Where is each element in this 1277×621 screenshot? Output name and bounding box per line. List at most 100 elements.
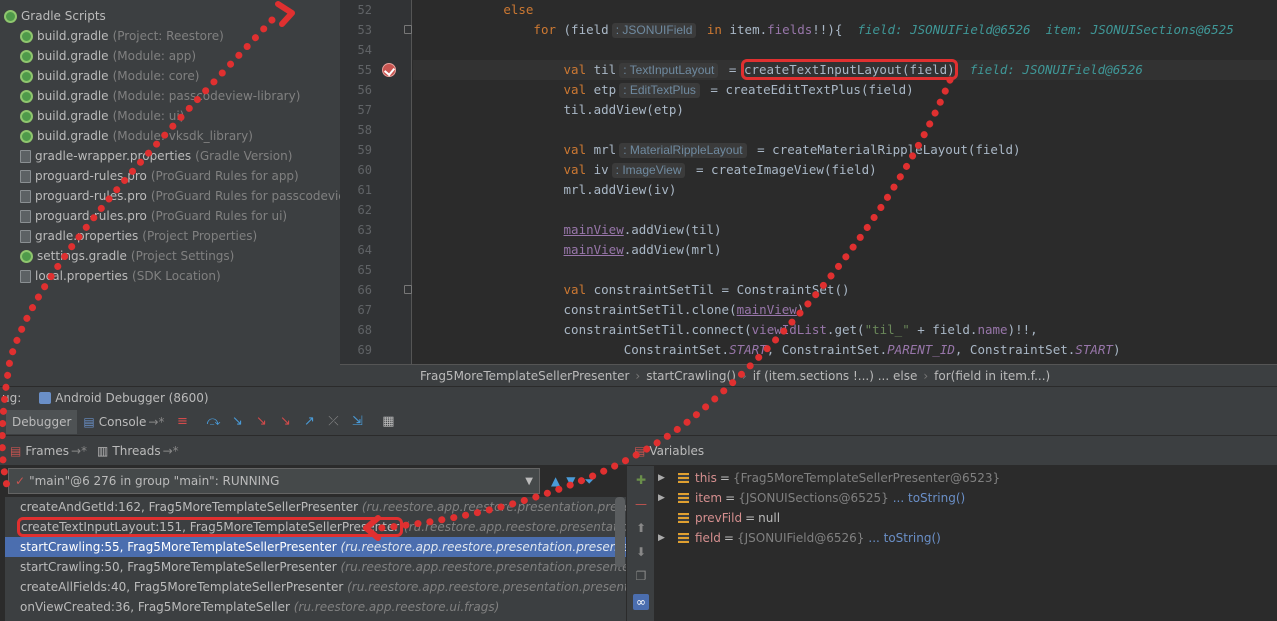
code-line[interactable]: val etp: EditTextPlus = createEditTextPl…	[413, 80, 1277, 100]
frame-row[interactable]: onViewCreated:36, Frag5MoreTemplateSelle…	[5, 597, 627, 617]
step-into-icon[interactable]: ↘	[228, 413, 246, 431]
tree-item[interactable]: build.gradle (Project: Reestore)	[0, 26, 340, 46]
code-line[interactable]: mrl.addView(iv)	[413, 180, 1277, 200]
filter-icon[interactable]: ⏷	[584, 474, 594, 489]
frame-row[interactable]: createAndGetId:162, Frag5MoreTemplateSel…	[5, 497, 627, 517]
breadcrumb-item[interactable]: Frag5MoreTemplateSellerPresenter	[420, 369, 629, 383]
debug-session-title[interactable]: Android Debugger (8600)	[55, 391, 208, 405]
variable-row[interactable]: ▶ field = {JSONUIField@6526}... toString()	[654, 528, 941, 548]
tree-item[interactable]: proguard-rules.pro (ProGuard Rules for ui…	[0, 206, 340, 226]
breadcrumb-item[interactable]: for(field in item.f...)	[934, 369, 1050, 383]
tree-root-gradle-scripts[interactable]: Gradle Scripts	[0, 6, 340, 26]
tree-item[interactable]: proguard-rules.pro (ProGuard Rules for pa…	[0, 186, 340, 206]
tab-console[interactable]: ▤ Console →*	[77, 410, 170, 434]
force-step-into-icon[interactable]: ↘	[252, 413, 270, 431]
line-number: 63	[357, 223, 372, 237]
tree-item[interactable]: local.properties (SDK Location)	[0, 266, 340, 286]
code-line[interactable]: val til: TextInputLayout = createTextInp…	[413, 59, 1277, 80]
drop-frame-icon[interactable]: ⤫	[324, 413, 342, 431]
expand-icon[interactable]: ▶	[658, 468, 670, 488]
thread-status-icon: ✓	[15, 474, 26, 488]
variable-row[interactable]: ▶ item = {JSONUISections@6525} ... toString(…	[654, 488, 965, 508]
show-watches-icon[interactable]: ∞	[633, 594, 649, 610]
code-line[interactable]: til.addView(etp)	[413, 100, 1277, 120]
code-line[interactable]: val mrl: MaterialRippleLayout = createMa…	[413, 140, 1277, 160]
code-line[interactable]	[413, 200, 1277, 220]
arrow-up-icon[interactable]: ▲	[551, 474, 560, 488]
chevron-down-icon: ▼	[525, 475, 533, 487]
variable-row[interactable]: ▶ this = {Frag5MoreTemplateSellerPresenter@…	[654, 468, 1000, 488]
breakpoint-icon[interactable]	[382, 63, 396, 77]
breadcrumb-item[interactable]: if (item.sections !...) ... else	[753, 369, 918, 383]
debug-tab-clipped[interactable]: ug:	[2, 391, 21, 405]
tree-item[interactable]: build.gradle (Module: core)	[0, 66, 340, 86]
pin-icon: →*	[148, 414, 165, 429]
code-line[interactable]: ConstraintSet.START, ConstraintSet.PAREN…	[413, 340, 1277, 360]
breadcrumb-item[interactable]: startCrawling()	[646, 369, 736, 383]
field-icon	[678, 493, 689, 503]
frame-row[interactable]: createTextInputLayout:151, Frag5MoreTemp…	[5, 517, 627, 537]
tree-item[interactable]: gradle.properties (Project Properties)	[0, 226, 340, 246]
frames-scrollbar[interactable]	[615, 497, 625, 567]
frame-package: (ru.reestore.app.reestore.presentation.p…	[361, 500, 627, 514]
arrow-down-icon[interactable]: ▼	[566, 474, 575, 488]
tab-frames[interactable]: Frames	[25, 444, 69, 458]
variable-row[interactable]: prevFild = null	[654, 508, 780, 528]
code-line[interactable]	[413, 120, 1277, 140]
code-area[interactable]: else for (field: JSONUIField in item.fie…	[413, 0, 1277, 364]
smart-step-into-icon[interactable]: ↘	[276, 413, 294, 431]
variable-name: prevFild	[695, 511, 743, 525]
copy-icon[interactable]: ❐	[633, 568, 649, 584]
threads-icon: ▥	[97, 443, 109, 458]
code-editor[interactable]: 52 53 54 55 56 57 58 59 60 61 62 63 64 65 66 67 68 69 els…	[340, 0, 1277, 364]
variable-name: item	[695, 491, 723, 505]
console-icon: ▤	[83, 414, 95, 429]
remove-watch-icon[interactable]: —	[633, 496, 649, 512]
new-watch-icon[interactable]: ✚	[633, 472, 649, 488]
tree-item[interactable]: build.gradle (Module: ui)	[0, 106, 340, 126]
tree-item-desc: (Project Properties)	[142, 229, 258, 243]
code-line[interactable]: else	[413, 0, 1277, 20]
expand-icon[interactable]: ▶	[658, 528, 670, 548]
tree-item[interactable]: proguard-rules.pro (ProGuard Rules for ap…	[0, 166, 340, 186]
expand-icon[interactable]: ▶	[658, 488, 670, 508]
frame-row[interactable]: startCrawling:50, Frag5MoreTemplateSelle…	[5, 557, 627, 577]
thread-dropdown[interactable]: ✓ "main"@6 276 in group "main": RUNNING …	[8, 468, 540, 494]
code-line[interactable]: for (field: JSONUIField in item.fields!!…	[413, 20, 1277, 40]
line-number: 62	[357, 203, 372, 217]
code-line[interactable]: mainView.addView(til)	[413, 220, 1277, 240]
code-line[interactable]: mainView.addView(mrl)	[413, 240, 1277, 260]
evaluate-expression-icon[interactable]: ▦	[379, 413, 397, 431]
show-execution-point-icon[interactable]: ≡	[173, 413, 191, 431]
code-line[interactable]: val constraintSetTil = ConstraintSet()	[413, 280, 1277, 300]
tree-item[interactable]: build.gradle (Module: passcodeview-librar…	[0, 86, 340, 106]
move-down-icon[interactable]: ⬇	[633, 544, 649, 560]
frame-row[interactable]: createAllFields:40, Frag5MoreTemplateSel…	[5, 577, 627, 597]
tab-debugger[interactable]: Debugger	[6, 409, 78, 434]
frame-method: createTextInputLayout:151, Frag5MoreTemp…	[16, 517, 404, 537]
line-number: 56	[357, 83, 372, 97]
run-to-cursor-icon[interactable]: ⇲	[348, 413, 366, 431]
step-out-icon[interactable]: ↗	[300, 413, 318, 431]
editor-gutter[interactable]: 52 53 54 55 56 57 58 59 60 61 62 63 64 65 66 67 68 69	[340, 0, 412, 364]
line-number: 68	[357, 323, 372, 337]
fold-icon[interactable]	[404, 285, 412, 294]
code-line[interactable]: constraintSetTil.connect(viewIdList.get(…	[413, 320, 1277, 340]
move-up-icon[interactable]: ⬆	[633, 520, 649, 536]
fold-icon[interactable]	[404, 25, 412, 34]
tree-item[interactable]: build.gradle (Module: vksdk_library)	[0, 126, 340, 146]
tree-item[interactable]: gradle-wrapper.properties (Gradle Version…	[0, 146, 340, 166]
step-over-icon[interactable]: ⤼	[204, 413, 222, 431]
tree-item[interactable]: build.gradle (Module: app)	[0, 46, 340, 66]
frame-row[interactable]: startCrawling:55, Frag5MoreTemplateSelle…	[5, 537, 627, 557]
code-line[interactable]	[413, 40, 1277, 60]
code-line[interactable]	[413, 260, 1277, 280]
variables-list: ▶ this = {Frag5MoreTemplateSellerPresenter@…	[654, 466, 1277, 621]
tree-item[interactable]: settings.gradle (Project Settings)	[0, 246, 340, 266]
code-line[interactable]: constraintSetTil.clone(mainView)	[413, 300, 1277, 320]
tab-threads[interactable]: Threads	[112, 444, 160, 458]
code-line[interactable]: val iv: ImageView = createImageView(fiel…	[413, 160, 1277, 180]
tostring-link[interactable]: ... toString()	[868, 528, 940, 548]
tree-item-desc: (ProGuard Rules for passcodeview-libr	[150, 189, 340, 203]
tostring-link[interactable]: ... toString()	[893, 488, 965, 508]
